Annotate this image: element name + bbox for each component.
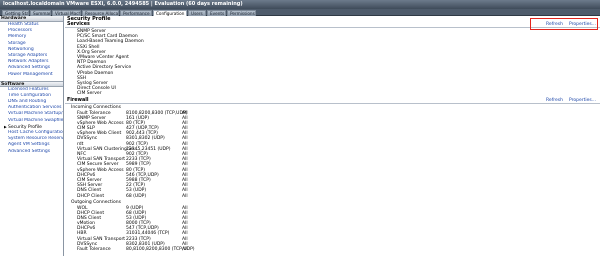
- window-title: localhost.localdomain VMware ESXi, 6.0.0…: [0, 0, 600, 9]
- rule-name: Fault Tolerance: [77, 247, 111, 252]
- services-section-header: Services Refresh Properties...: [65, 22, 600, 28]
- sidebar-item-label: Time Configuration: [8, 92, 51, 98]
- firewall-section-header: Firewall Refresh Properties...: [65, 98, 600, 104]
- sidebar-item-label: Authentication Services: [8, 105, 62, 111]
- service-item: CIM Server: [77, 91, 102, 97]
- tab-bar: Getting StartedSummaryVirtual MachinesRe…: [0, 9, 600, 17]
- sidebar-item-label: Licensed Features: [8, 86, 49, 92]
- incoming-connections-label: Incoming Connections: [71, 105, 121, 110]
- sidebar-item-label: Virtual Machine Swapfile Locat: [8, 117, 63, 123]
- sidebar-item-virtual-machine-swapfile-locat[interactable]: Virtual Machine Swapfile Locat: [0, 118, 63, 124]
- sidebar-item-advanced-settings[interactable]: Advanced Settings: [0, 149, 63, 155]
- services-list: SNMP Server PC/SC Smart Card Daemon Load-B…: [77, 29, 144, 96]
- outgoing-connections-label: Outgoing Connections: [71, 200, 121, 205]
- content-pane: Security Profile Services Refresh Proper…: [65, 16, 600, 256]
- highlight-box: [530, 18, 598, 30]
- sidebar-hardware-list: Health Status Processors Memory Storage Netw…: [0, 22, 63, 78]
- firewall-properties-link[interactable]: Properties...: [569, 98, 596, 104]
- sidebar-item-label: Agent VM Settings: [8, 142, 50, 148]
- sidebar: Hardware Health Status Processors Memory St…: [0, 16, 64, 256]
- firewall-header-label: Firewall: [67, 98, 89, 103]
- sidebar-item-label: Virtual Machine Startup/Shutd: [8, 111, 63, 117]
- sidebar-item-label: DNS and Routing: [8, 99, 47, 105]
- sidebar-item-label: Host Cache Configuration: [8, 130, 63, 135]
- rule-name: DHCP Client: [77, 193, 105, 199]
- firewall-refresh-link[interactable]: Refresh: [546, 98, 563, 104]
- sidebar-item-label: Advanced Settings: [8, 148, 51, 154]
- sidebar-item-label: System Resource Reservation: [8, 136, 63, 142]
- sidebar-software-list: Licensed Features Time Configuration DNS a…: [0, 87, 63, 155]
- rule-allowed: All: [182, 193, 188, 199]
- rule-ports: 68 (UDP): [126, 193, 147, 199]
- services-header-label: Services: [67, 22, 90, 27]
- rule-allowed: All: [182, 247, 188, 252]
